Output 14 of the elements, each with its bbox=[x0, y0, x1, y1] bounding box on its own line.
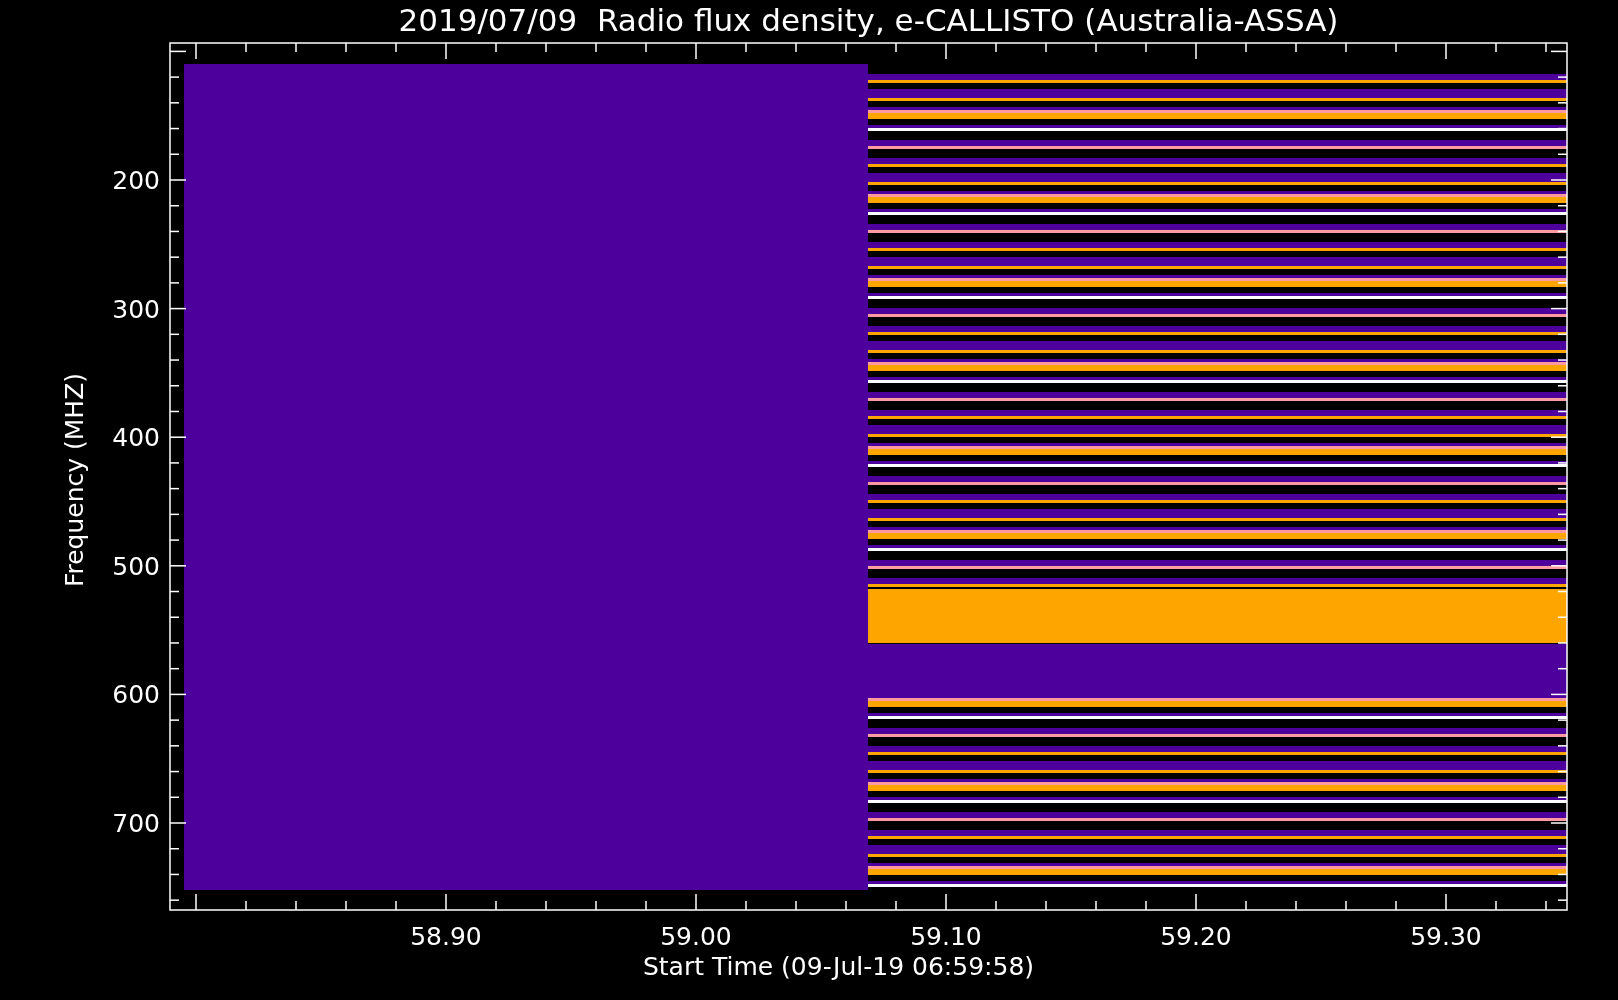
x-tick-label: 58.90 bbox=[410, 922, 482, 951]
y-axis-title: Frequency (MHZ) bbox=[60, 372, 89, 588]
chart-title: 2019/07/09 Radio flux density, e-CALLISTO (Australia-ASSA) bbox=[398, 2, 1339, 38]
y-tick-label: 700 bbox=[112, 809, 160, 838]
y-tick-label: 300 bbox=[112, 294, 160, 324]
y-tick-label: 500 bbox=[112, 551, 160, 581]
x-axis-title: Start Time (09-Jul-19 06:59:58) bbox=[642, 952, 1035, 981]
x-tick-label: 59.00 bbox=[660, 922, 732, 951]
y-tick-label: 600 bbox=[112, 680, 160, 710]
x-tick-label: 59.20 bbox=[1160, 922, 1232, 951]
y-tick-label: 200 bbox=[112, 166, 160, 195]
x-tick-label: 59.30 bbox=[1410, 922, 1482, 951]
x-tick-label: 59.10 bbox=[910, 922, 982, 951]
y-tick-label: 400 bbox=[112, 423, 160, 453]
